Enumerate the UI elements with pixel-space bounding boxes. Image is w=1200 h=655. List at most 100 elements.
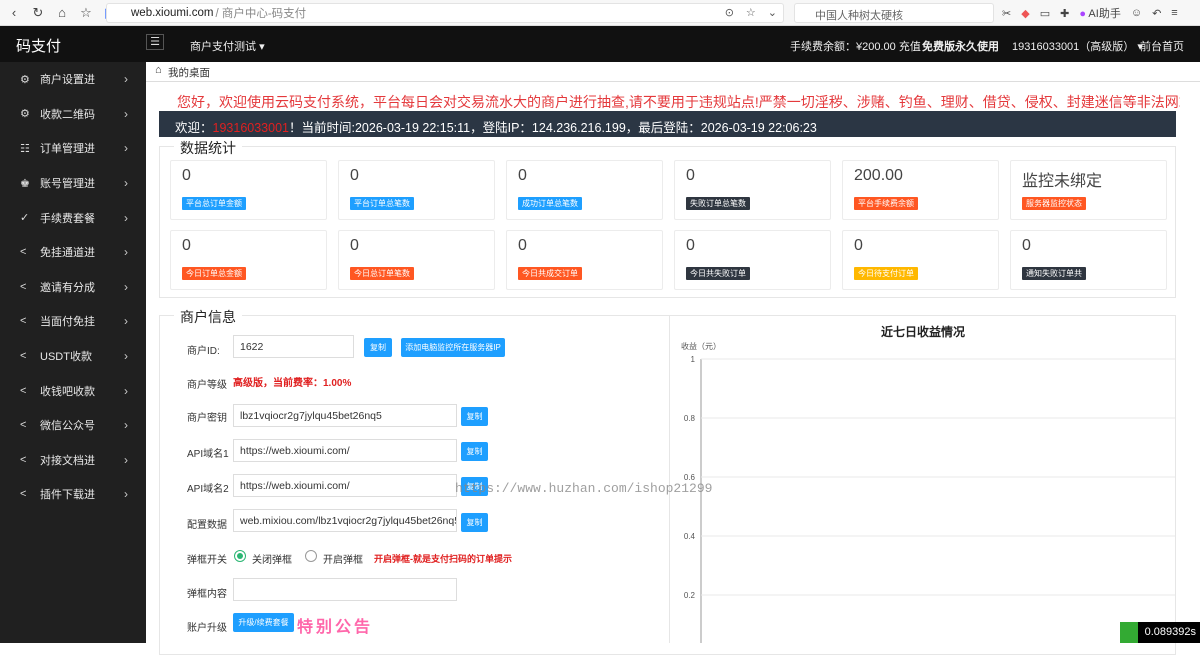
copy-id-button[interactable]: 复制: [364, 338, 392, 357]
home-icon[interactable]: ⌂: [52, 5, 72, 20]
stat-card: 0 今日共成交订单: [506, 230, 663, 290]
sidebar-toggle-icon[interactable]: ☰: [146, 34, 164, 50]
chevron-right-icon: ›: [124, 72, 128, 87]
browser-toolbar: ‹ ↻ ⌂ ☆ ▣ web.xioumi.com / 商户中心-码支付 ⊙☆⌄ …: [0, 0, 1200, 26]
account-dropdown[interactable]: 19316033001（高级版） ▾: [1012, 38, 1143, 54]
window-icon[interactable]: ▭: [1040, 7, 1050, 20]
reload-icon[interactable]: ↻: [28, 5, 48, 21]
chevron-right-icon: ›: [124, 349, 128, 364]
star-icon[interactable]: ☆: [746, 6, 756, 19]
api2-field[interactable]: https://web.xioumi.com/: [233, 474, 457, 497]
notice-marquee: 您好，欢迎使用云码支付系统，平台每日会对交易流水大的商户进行抽查,请不要用于违规…: [177, 94, 1180, 110]
chevron-down-icon[interactable]: ⌄: [768, 6, 777, 19]
frontpage-link[interactable]: 前台首页: [1140, 38, 1184, 54]
chevron-right-icon: ›: [124, 210, 128, 225]
menu-icon[interactable]: ≡: [1171, 7, 1177, 19]
stat-value: 0: [518, 167, 527, 184]
copy-config-button[interactable]: 复制: [461, 513, 488, 532]
y-tick-label: 0.4: [684, 532, 696, 541]
copy-api1-button[interactable]: 复制: [461, 442, 488, 461]
address-bar[interactable]: web.xioumi.com / 商户中心-码支付 ⊙ ☆ ⌄: [106, 3, 784, 23]
ai-assistant-button[interactable]: ● AI助手: [1079, 5, 1121, 21]
chevron-right-icon: ›: [124, 383, 128, 398]
popup-label: 弹框开关: [187, 555, 227, 566]
level-label: 商户等级: [187, 380, 227, 391]
ai-assistant-icon: ●: [1079, 8, 1086, 20]
cut-icon[interactable]: ✂: [1002, 7, 1011, 20]
sidebar-item-2[interactable]: ⚙ 收款二维码 ›: [0, 97, 146, 132]
stats-panel: 数据统计 0 平台总订单金额 0 平台订单总笔数 0 成功订单总笔数 0 失败订单总笔数 200…: [159, 138, 1176, 298]
y-tick-label: 0.8: [684, 414, 696, 423]
stat-card: 0 今日订单总金额: [170, 230, 327, 290]
stat-card: 0 成功订单总笔数: [506, 160, 663, 220]
stat-card: 0 今日共失败订单: [674, 230, 831, 290]
sidebar-item-label: 手续费套餐: [40, 212, 95, 225]
chevron-right-icon: ›: [124, 418, 128, 433]
sidebar-item-label: 免挂通道进: [40, 247, 95, 260]
api2-label: API域名2: [187, 484, 229, 495]
special-notice-badge[interactable]: 特别公告: [297, 613, 373, 637]
sidebar-item-3[interactable]: ☷ 订单管理进 ›: [0, 131, 146, 166]
sidebar-item-10[interactable]: < 收钱吧收款 ›: [0, 373, 146, 408]
popup-off-label[interactable]: 关闭弹框: [252, 551, 292, 566]
sidebar-item-6[interactable]: < 免挂通道进 ›: [0, 235, 146, 270]
stat-label: 今日待支付订单: [854, 267, 918, 280]
sidebar-item-5[interactable]: ✓ 手续费套餐 ›: [0, 200, 146, 235]
sidebar-item-9[interactable]: < USDT收款 ›: [0, 339, 146, 374]
url-text: web.xioumi.com: [131, 7, 214, 19]
merchant-key-field[interactable]: lbz1vqiocr2g7jylqu45bet26nq5: [233, 404, 457, 427]
stat-label: 今日共失败订单: [686, 267, 750, 280]
merchant-id-field[interactable]: 1622: [233, 335, 354, 358]
popup-on-label[interactable]: 开启弹框: [323, 551, 363, 566]
sidebar-item-label: USDT收款: [40, 351, 92, 364]
stat-label: 平台订单总笔数: [350, 197, 414, 210]
copy-key-button[interactable]: 复制: [461, 407, 488, 426]
sidebar-item-1[interactable]: ⚙ 商户设置进 ›: [0, 62, 146, 97]
popup-off-radio[interactable]: [234, 550, 246, 562]
y-tick-label: 1: [691, 355, 696, 364]
welcome-bar: 欢迎：19316033001！当前时间:2026-03-19 22:15:11，…: [159, 111, 1176, 137]
stat-card: 0 失败订单总笔数: [674, 160, 831, 220]
share-icon: <: [20, 315, 27, 328]
share-icon: <: [20, 453, 27, 466]
stat-value: 0: [518, 237, 527, 254]
back-icon[interactable]: ‹: [4, 5, 24, 20]
sidebar-item-13[interactable]: < 插件下载进 ›: [0, 477, 146, 512]
bookmark-icon[interactable]: ☆: [76, 5, 96, 21]
api1-field[interactable]: https://web.xioumi.com/: [233, 439, 457, 462]
chevron-right-icon: ›: [124, 141, 128, 156]
api1-label: API域名1: [187, 449, 229, 460]
sidebar-item-12[interactable]: < 对接文档进 ›: [0, 443, 146, 478]
config-field[interactable]: web.mixiou.com/lbz1vqiocr2g7jylqu45bet26…: [233, 509, 457, 532]
upgrade-button[interactable]: 升级/续费套餐: [233, 613, 294, 632]
users-icon: ♚: [20, 177, 30, 190]
share-icon: <: [20, 350, 27, 363]
sidebar-item-8[interactable]: < 当面付免挂 ›: [0, 304, 146, 339]
sidebar-item-label: 当面付免挂: [40, 316, 95, 329]
undo-icon[interactable]: ↶: [1152, 7, 1161, 20]
location-icon[interactable]: ⊙: [725, 6, 734, 19]
browser-search-input[interactable]: 中国人种树太硬核: [794, 3, 994, 23]
share-icon: <: [20, 488, 27, 501]
list-icon: ☷: [20, 142, 30, 155]
merchant-title: 商户信息: [174, 307, 242, 327]
merchant-dropdown[interactable]: 商户支付测试 ▾: [190, 38, 265, 54]
extension-icon[interactable]: ✚: [1060, 7, 1069, 20]
breadcrumb-label[interactable]: 我的桌面: [168, 67, 210, 79]
sidebar-item-7[interactable]: < 邀请有分成 ›: [0, 270, 146, 305]
caret-down-icon: ▾: [259, 41, 265, 53]
sidebar-item-label: 邀请有分成: [40, 281, 95, 294]
stat-value: 0: [854, 237, 863, 254]
popup-content-field[interactable]: [233, 578, 457, 601]
sidebar-item-label: 微信公众号: [40, 420, 95, 433]
sidebar-item-4[interactable]: ♚ 账号管理进 ›: [0, 166, 146, 201]
popup-on-radio[interactable]: [305, 550, 317, 562]
user-icon[interactable]: ☺: [1131, 7, 1142, 19]
game-icon[interactable]: ◆: [1021, 7, 1029, 20]
add-monitor-ip-button[interactable]: 添加电脑监控所在服务器IP: [401, 338, 505, 357]
stat-value: 0: [1022, 237, 1031, 254]
sidebar-item-11[interactable]: < 微信公众号 ›: [0, 408, 146, 443]
check-icon: ✓: [20, 212, 30, 225]
fee-balance[interactable]: 手续费余额：¥200.00 充值: [790, 38, 921, 54]
stats-title: 数据统计: [174, 138, 242, 158]
